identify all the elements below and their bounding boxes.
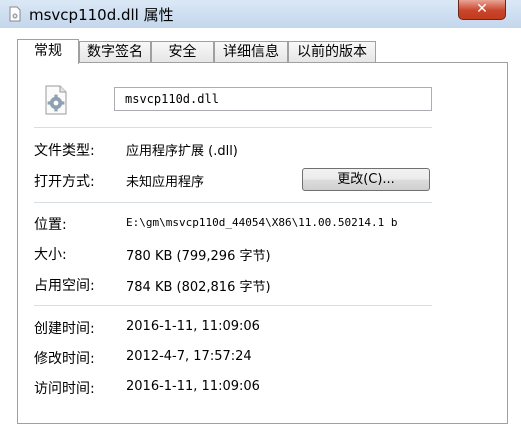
size-value: 780 KB (799,296 字节) xyxy=(126,249,271,264)
dll-file-icon xyxy=(9,6,21,22)
close-icon: ✕ xyxy=(476,1,488,17)
separator xyxy=(34,202,432,203)
dll-gear-file-icon xyxy=(45,85,67,115)
created-value: 2016-1-11, 11:09:06 xyxy=(126,319,260,334)
file-type-label: 文件类型: xyxy=(34,143,95,159)
location-label: 位置: xyxy=(34,217,67,233)
window-title: msvcp110d.dll 属性 xyxy=(29,6,174,24)
separator xyxy=(34,127,432,128)
tab-digital-signatures[interactable]: 数字签名 xyxy=(79,41,151,62)
title-bar: msvcp110d.dll 属性 ✕ xyxy=(0,0,521,28)
close-button[interactable]: ✕ xyxy=(458,0,506,20)
separator xyxy=(34,305,432,306)
modified-value: 2012-4-7, 17:57:24 xyxy=(126,349,252,364)
file-type-value: 应用程序扩展 (.dll) xyxy=(126,144,238,159)
location-value: E:\gm\msvcp110d_44054\X86\11.00.50214.1 … xyxy=(126,216,398,229)
opens-with-value: 未知应用程序 xyxy=(126,175,205,190)
tab-details[interactable]: 详细信息 xyxy=(214,41,288,62)
modified-label: 修改时间: xyxy=(34,351,95,367)
tab-security[interactable]: 安全 xyxy=(151,41,214,62)
tab-general[interactable]: 常规 xyxy=(17,39,79,64)
opens-with-label: 打开方式: xyxy=(34,174,95,190)
tab-strip: 常规 数字签名 安全 详细信息 以前的版本 xyxy=(0,39,521,64)
accessed-value: 2016-1-11, 11:09:06 xyxy=(126,379,260,394)
size-on-disk-label: 占用空间: xyxy=(34,278,95,294)
size-label: 大小: xyxy=(34,247,67,263)
created-label: 创建时间: xyxy=(34,321,95,337)
change-button[interactable]: 更改(C)... xyxy=(302,168,430,191)
size-on-disk-value: 784 KB (802,816 字节) xyxy=(126,280,271,295)
file-name-input[interactable]: msvcp110d.dll xyxy=(114,87,432,111)
tab-previous-versions[interactable]: 以前的版本 xyxy=(288,41,376,62)
general-tab-panel xyxy=(17,62,508,424)
accessed-label: 访问时间: xyxy=(34,381,95,397)
